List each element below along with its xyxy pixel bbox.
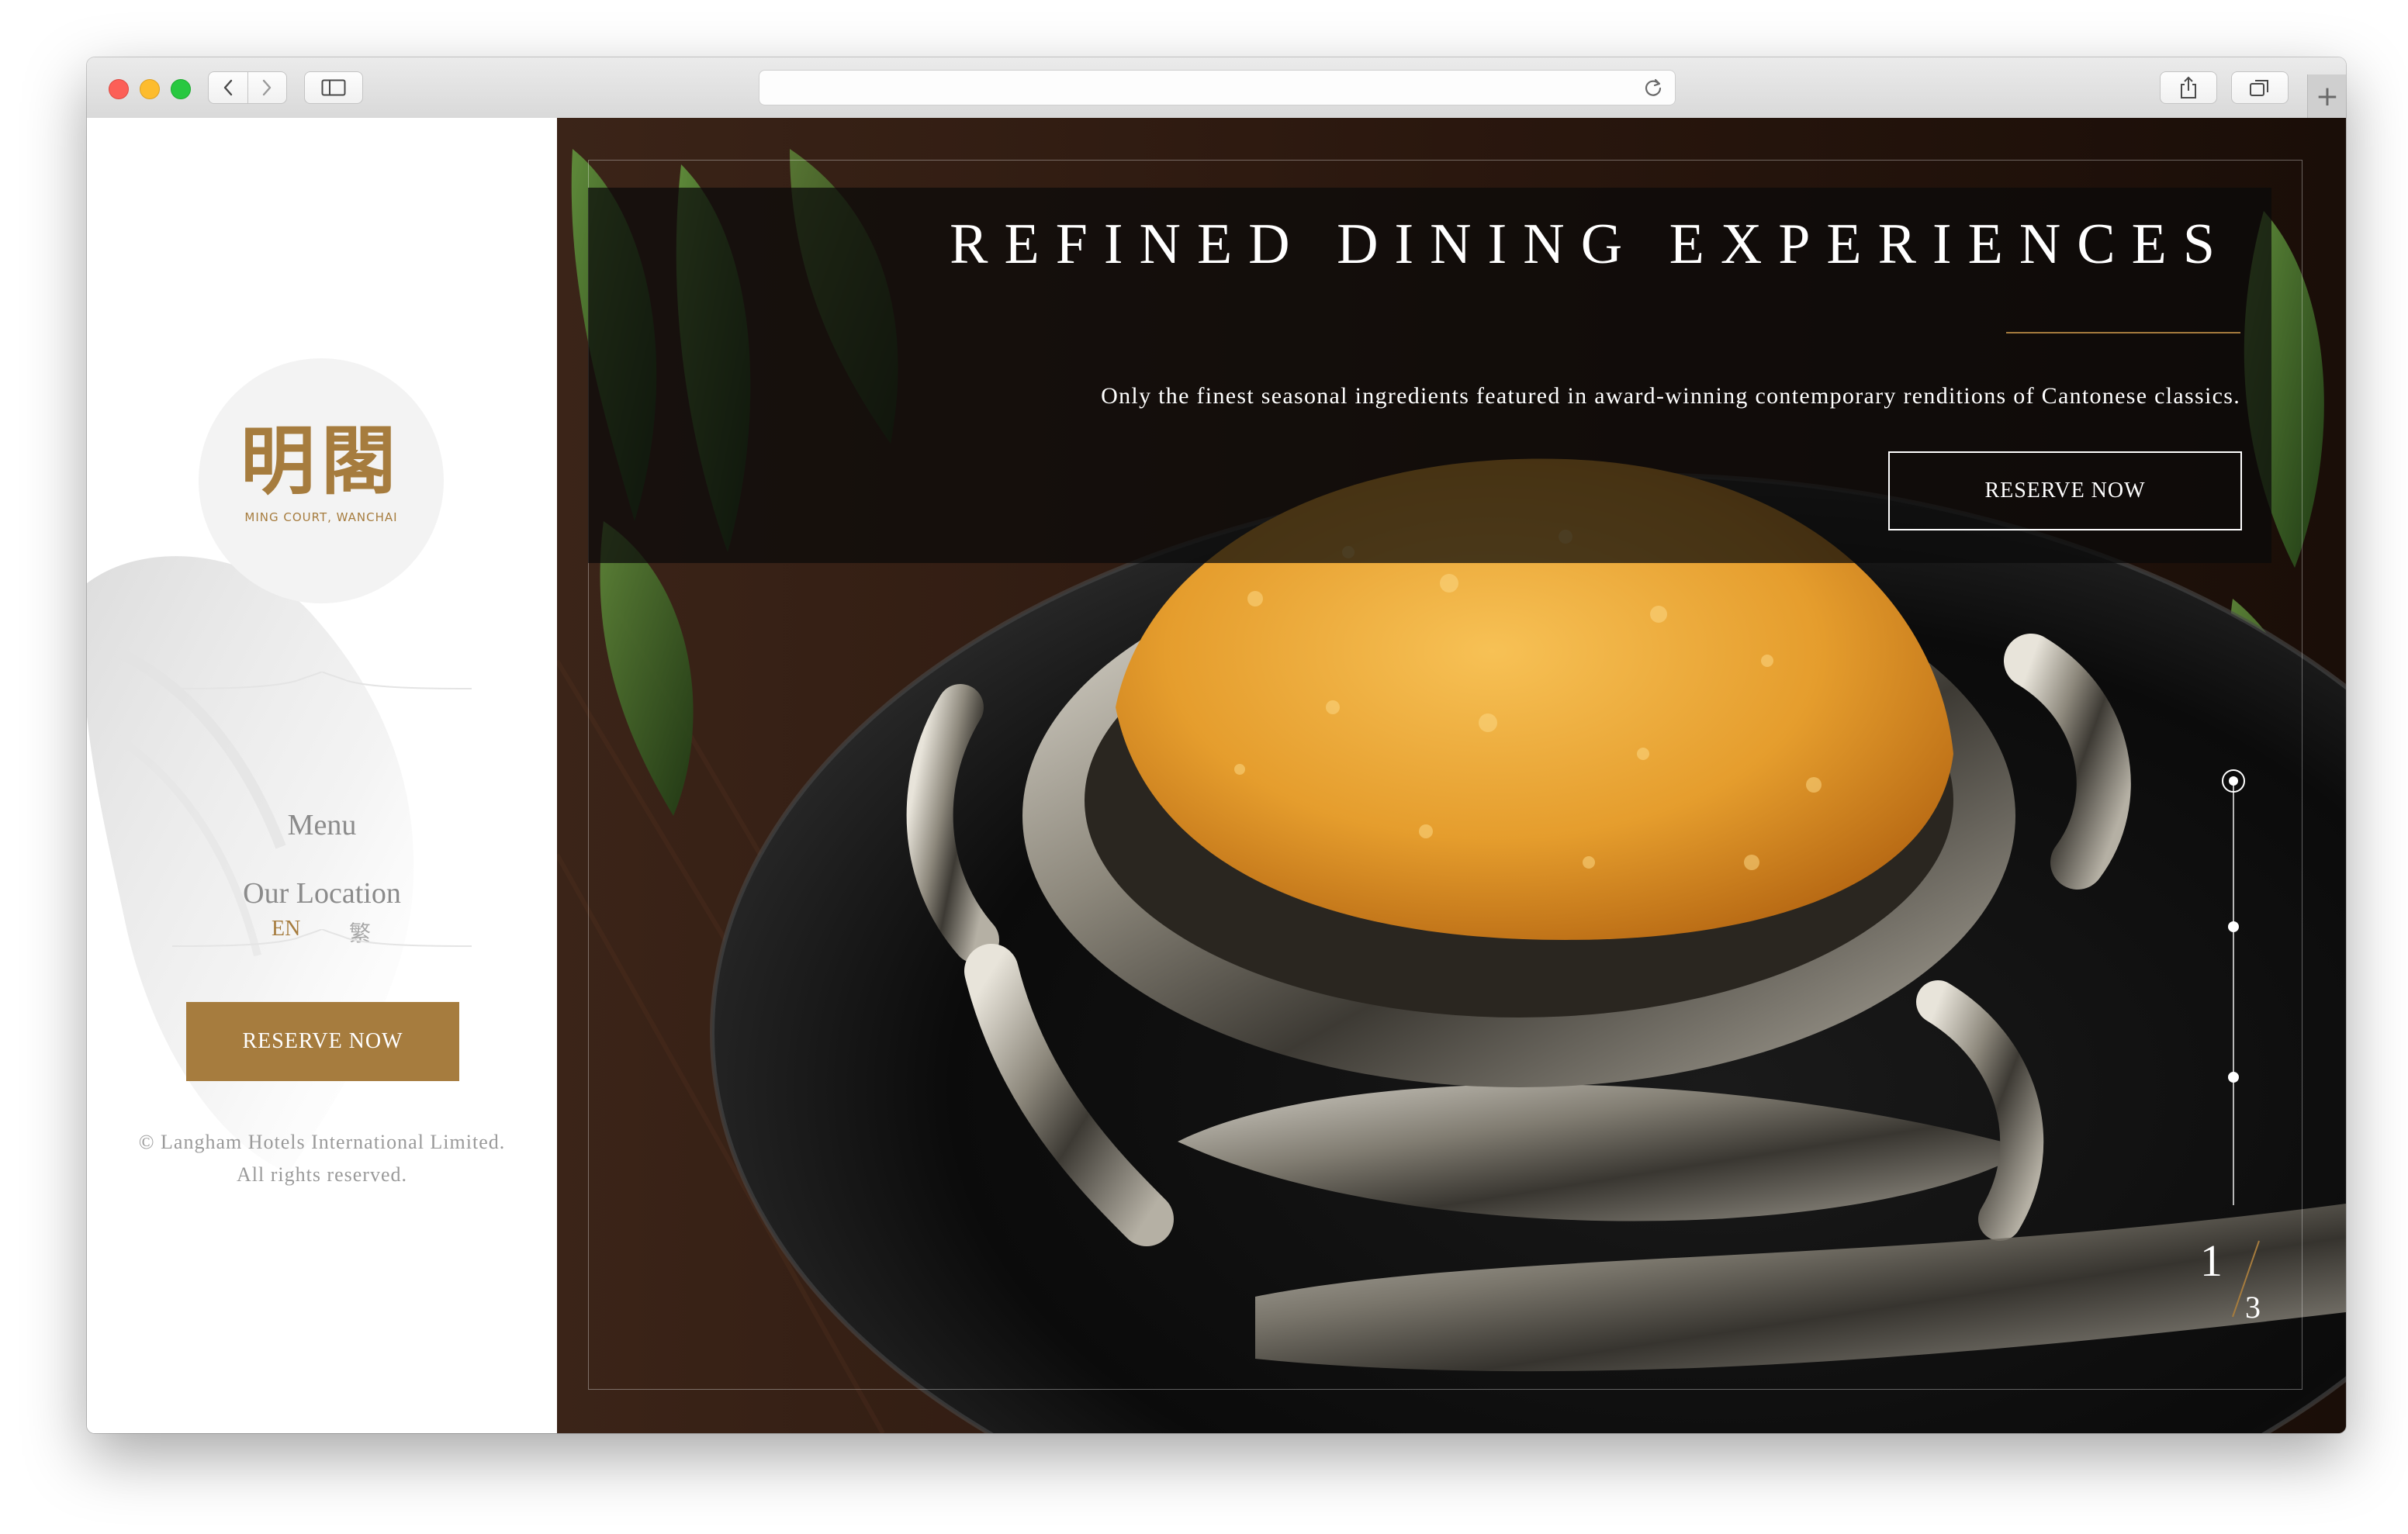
- share-button[interactable]: [2160, 71, 2217, 104]
- browser-window: + 明閣 MING COURT, WANCHAI Menu Our Locati…: [87, 57, 2346, 1433]
- address-bar[interactable]: [759, 70, 1676, 105]
- copyright-line: © Langham Hotels International Limited.: [138, 1131, 506, 1153]
- plus-icon: +: [2315, 80, 2340, 112]
- show-tabs-button[interactable]: [2231, 71, 2289, 104]
- divider: [172, 929, 472, 947]
- logo-subtitle: MING COURT, WANCHAI: [244, 510, 398, 524]
- chevron-right-icon: [263, 79, 272, 96]
- new-tab-button[interactable]: +: [2307, 74, 2346, 118]
- hero-reserve-now-button[interactable]: RESERVE NOW: [1888, 451, 2242, 530]
- forward-button[interactable]: [247, 72, 287, 103]
- chevron-left-icon: [223, 79, 232, 96]
- slide-dot-1[interactable]: [2222, 769, 2245, 793]
- reserve-now-button[interactable]: RESERVE NOW: [186, 1002, 459, 1081]
- hero-caption: REFINED DINING EXPERIENCES Only the fine…: [588, 188, 2271, 563]
- zoom-window-button[interactable]: [171, 79, 191, 99]
- share-icon: [2181, 76, 2196, 98]
- close-window-button[interactable]: [109, 79, 129, 99]
- hero-title: REFINED DINING EXPERIENCES: [950, 212, 2231, 276]
- sidebar: 明閣 MING COURT, WANCHAI Menu Our Location…: [87, 118, 557, 1433]
- page-content: 明閣 MING COURT, WANCHAI Menu Our Location…: [87, 118, 2346, 1433]
- tabs-icon: [2250, 80, 2268, 96]
- hero-description: Only the finest seasonal ingredients fea…: [1101, 383, 2240, 409]
- copyright: © Langham Hotels International Limited. …: [87, 1126, 557, 1191]
- back-button[interactable]: [209, 72, 247, 103]
- slide-current-number: 1: [2200, 1235, 2223, 1286]
- logo-chinese: 明閣: [240, 417, 402, 505]
- gold-divider: [2006, 332, 2240, 333]
- minimize-window-button[interactable]: [140, 79, 160, 99]
- sidebar-icon: [321, 79, 346, 96]
- slide-progress-track: [2233, 782, 2234, 1205]
- copyright-line: All rights reserved.: [236, 1163, 407, 1186]
- nav-location-link[interactable]: Our Location: [87, 876, 557, 910]
- hero-slideshow: REFINED DINING EXPERIENCES Only the fine…: [557, 118, 2346, 1433]
- logo[interactable]: 明閣 MING COURT, WANCHAI: [199, 358, 444, 603]
- slide-dot-2[interactable]: [2228, 921, 2239, 932]
- reload-icon[interactable]: [1642, 77, 1664, 98]
- browser-toolbar: +: [87, 57, 2346, 119]
- history-nav: [208, 71, 287, 104]
- slide-dot-3[interactable]: [2228, 1072, 2239, 1083]
- divider: [172, 672, 472, 689]
- sidebar-toggle-button[interactable]: [304, 71, 363, 104]
- nav-menu-link[interactable]: Menu: [87, 808, 557, 842]
- slide-total-number: 3: [2245, 1290, 2261, 1325]
